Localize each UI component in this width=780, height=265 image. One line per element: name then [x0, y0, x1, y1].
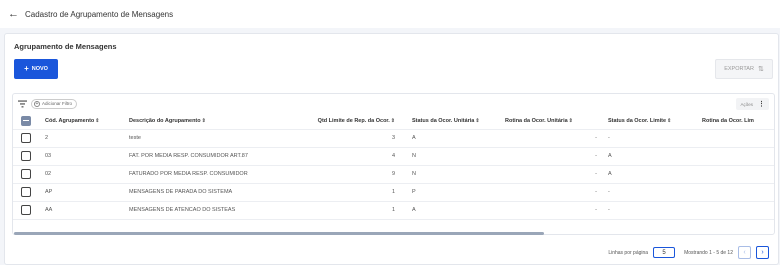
filter-icon[interactable]: [18, 100, 27, 108]
cell-qtd: 1: [287, 201, 398, 220]
actions-menu-button[interactable]: Ações ⋮: [736, 98, 769, 110]
data-table: Cód. Agrupamento⇕ Descrição do Agrupamen…: [13, 113, 774, 220]
cell-status-unit: A: [398, 129, 500, 148]
sort-icon: ⇕: [201, 117, 206, 124]
table-row[interactable]: 02 FATURADO POR MEDIA RESP. CONSUMIDOR 9…: [13, 165, 774, 184]
export-button-label: EXPORTAR: [724, 66, 754, 72]
cell-qtd: 1: [287, 183, 398, 202]
cell-description: FAT. POR MEDIA RESP. CONSUMIDOR ART.87: [127, 147, 287, 166]
cell-status-lim: -: [600, 183, 698, 202]
add-filter-button[interactable]: + Adicionar Filtro: [31, 98, 78, 109]
cell-code: 03: [43, 147, 127, 166]
column-header[interactable]: Rotina da Ocor. Lim: [698, 113, 774, 130]
range-text: Mostrando 1 - 5 de 12: [684, 249, 733, 256]
new-button[interactable]: + NOVO: [14, 59, 58, 79]
cell-status-lim: A: [600, 147, 698, 166]
row-checkbox[interactable]: [21, 205, 31, 215]
row-checkbox[interactable]: [21, 133, 31, 143]
main-card: Agrupamento de Mensagens + NOVO EXPORTAR…: [4, 33, 779, 265]
cell-status-lim: A: [600, 165, 698, 184]
column-header[interactable]: Status da Ocor. Unitária⇕: [398, 113, 500, 130]
cell-description: MENSAGENS DE PARADA DO SISTEMA: [127, 183, 287, 202]
cell-status-lim: -: [600, 201, 698, 220]
rows-per-page-select[interactable]: 5: [653, 247, 676, 258]
table-toolbar: + Adicionar Filtro Ações ⋮: [13, 94, 774, 113]
new-button-label: NOVO: [31, 66, 48, 72]
column-header[interactable]: Rotina da Ocor. Unitária⇕: [500, 113, 600, 130]
sort-icon: ⇕: [475, 117, 480, 124]
data-table-container: + Adicionar Filtro Ações ⋮ Cód. Agrupame…: [12, 93, 775, 235]
cell-code: AA: [43, 201, 127, 220]
cell-rotina-unit: -: [500, 183, 600, 202]
table-row[interactable]: AP MENSAGENS DE PARADA DO SISTEMA 1 P - …: [13, 183, 774, 202]
table-row[interactable]: AA MENSAGENS DE ATENCAO DO SISTEAS 1 A -…: [13, 201, 774, 220]
rows-per-page-label: Linhas por página: [608, 249, 649, 256]
chevron-left-icon[interactable]: ‹: [738, 246, 751, 259]
cell-status-unit: A: [398, 201, 500, 220]
column-header[interactable]: Descrição do Agrupamento⇕: [127, 113, 287, 130]
plus-circle-icon: +: [34, 100, 40, 107]
page-title: Cadastro de Agrupamento de Mensagens: [25, 9, 174, 19]
cell-description: teste: [127, 129, 287, 148]
cell-code: AP: [43, 183, 127, 202]
cell-qtd: 4: [287, 147, 398, 166]
table-row[interactable]: 03 FAT. POR MEDIA RESP. CONSUMIDOR ART.8…: [13, 147, 774, 166]
column-header[interactable]: Qtd Limite de Rep. da Ocor.⇕: [287, 113, 398, 130]
sort-icon: ⇕: [667, 117, 672, 124]
cell-code: 2: [43, 129, 127, 148]
more-vertical-icon: ⋮: [758, 101, 765, 108]
cell-status-lim: -: [600, 129, 698, 148]
sort-icon: ⇕: [390, 117, 395, 124]
sort-icon: ⇕: [95, 117, 100, 124]
cell-status-unit: N: [398, 147, 500, 166]
table-header-row: Cód. Agrupamento⇕ Descrição do Agrupamen…: [13, 113, 774, 130]
add-filter-label: Adicionar Filtro: [42, 101, 73, 106]
table-row[interactable]: 2 teste 3 A - -: [13, 129, 774, 148]
cell-qtd: 3: [287, 129, 398, 148]
cell-rotina-unit: -: [500, 165, 600, 184]
row-checkbox[interactable]: [21, 169, 31, 179]
cell-status-unit: P: [398, 183, 500, 202]
cell-status-unit: N: [398, 165, 500, 184]
cell-description: FATURADO POR MEDIA RESP. CONSUMIDOR: [127, 165, 287, 184]
cell-description: MENSAGENS DE ATENCAO DO SISTEAS: [127, 201, 287, 220]
cell-rotina-unit: -: [500, 129, 600, 148]
horizontal-scrollbar[interactable]: [14, 232, 544, 235]
column-header[interactable]: Status da Ocor. Limite⇕: [600, 113, 698, 130]
column-header[interactable]: Cód. Agrupamento⇕: [43, 113, 127, 130]
row-checkbox[interactable]: [21, 187, 31, 197]
cell-rotina-unit: -: [500, 201, 600, 220]
chevron-right-icon[interactable]: ›: [756, 246, 769, 259]
sort-icon: ⇕: [568, 117, 573, 124]
plus-icon: +: [24, 64, 29, 73]
cell-rotina-unit: -: [500, 147, 600, 166]
arrow-left-icon[interactable]: ←: [8, 8, 19, 20]
export-button[interactable]: EXPORTAR ⇅: [715, 59, 773, 79]
row-checkbox[interactable]: [21, 151, 31, 161]
sort-arrows-icon: ⇅: [757, 66, 764, 73]
select-all-checkbox[interactable]: [21, 115, 31, 126]
card-title: Agrupamento de Mensagens: [14, 42, 117, 51]
cell-qtd: 9: [287, 165, 398, 184]
cell-code: 02: [43, 165, 127, 184]
actions-label: Ações: [740, 101, 753, 107]
top-bar: ← Cadastro de Agrupamento de Mensagens: [0, 0, 780, 28]
pagination: Linhas por página 5 Mostrando 1 - 5 de 1…: [608, 246, 769, 259]
